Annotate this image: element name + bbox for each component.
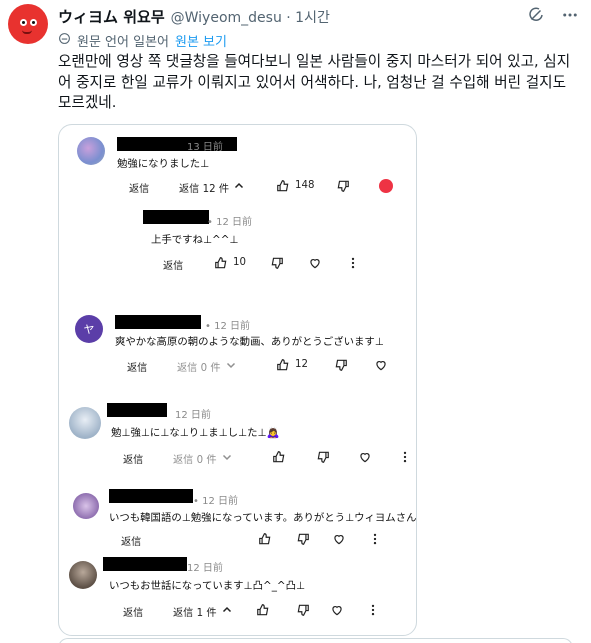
replies-count-label: 返信 0 件 [173, 455, 217, 466]
handle-time[interactable]: @Wiyeom_desu · 1시간 [171, 7, 330, 27]
show-original-link[interactable]: 원본 보기 [175, 31, 227, 50]
tweet: ウィヨム 위요무 @Wiyeom_desu · 1시간 원문 언어 일본어 원본… [0, 0, 591, 643]
comment-text: 上手ですね⊥^^⊥ [151, 234, 239, 246]
reply-button[interactable]: 返信 [129, 180, 149, 195]
thumbs-up-icon[interactable] [275, 357, 291, 373]
more-options-icon[interactable] [561, 6, 579, 24]
chevron-down-icon [225, 359, 237, 374]
thumbs-up-icon[interactable] [275, 178, 291, 194]
more-vertical-icon[interactable] [397, 449, 413, 465]
translation-row: 원문 언어 일본어 원본 보기 [58, 31, 227, 50]
comment-text: いつもお世話になっています⊥凸^_^凸⊥ [109, 580, 306, 592]
heart-icon[interactable] [329, 602, 345, 618]
comment-avatar [73, 493, 99, 519]
tweet-header: ウィヨム 위요무 @Wiyeom_desu · 1시간 [58, 6, 330, 27]
heart-icon[interactable] [373, 357, 389, 373]
replies-count-label: 返信 1 件 [173, 608, 217, 619]
heart-icon[interactable] [331, 531, 347, 547]
comment-text: 勉⊥強⊥に⊥な⊥り⊥ま⊥し⊥た⊥🙇‍♀️ [111, 427, 280, 439]
grok-icon[interactable] [527, 6, 545, 24]
thumbs-down-icon[interactable] [295, 602, 311, 618]
chevron-down-icon [221, 451, 233, 466]
like-count: 10 [233, 257, 246, 268]
reply-button[interactable]: 返信 [123, 451, 143, 466]
thumbs-up-icon[interactable] [255, 602, 271, 618]
avatar-mouth [22, 30, 32, 34]
attached-image[interactable]: 13 日前 勉強になりました⊥ 返信 返信 12 件 148 • 12 日前 上… [58, 124, 417, 636]
thumbs-down-icon[interactable] [335, 178, 351, 194]
comment-time: • 12 日前 [193, 496, 238, 507]
comment-avatar [77, 137, 105, 165]
next-post-card [58, 638, 573, 643]
comment-time: • 12 日前 [207, 217, 252, 228]
comment-text: 爽やかな高原の朝のような動画、ありがとうございます⊥ [115, 336, 384, 348]
comment-avatar: ヤ [75, 315, 103, 343]
comment-time: • 12 日前 [205, 321, 250, 332]
avatar-eye [20, 19, 27, 26]
like-count: 12 [295, 359, 308, 370]
redacted-username [143, 210, 209, 224]
reply-button[interactable]: 返信 [127, 359, 147, 374]
redacted-username [115, 315, 201, 329]
thumbs-down-icon[interactable] [315, 449, 331, 465]
replies-count-label: 返信 12 件 [179, 184, 230, 195]
comment-avatar [69, 407, 101, 439]
thumbs-up-icon[interactable] [271, 449, 287, 465]
replies-count-label: 返信 0 件 [177, 363, 221, 374]
view-replies-button[interactable]: 返信 0 件 [177, 359, 237, 374]
heart-icon[interactable] [307, 255, 323, 271]
reply-button[interactable]: 返信 [123, 604, 143, 619]
comment-avatar [69, 561, 97, 589]
thumbs-down-icon[interactable] [295, 531, 311, 547]
reply-button[interactable]: 返信 [121, 533, 141, 548]
comment-time: 13 日前 [187, 142, 223, 153]
comment-time: 12 日前 [175, 410, 211, 421]
avatar-letter: ヤ [83, 323, 95, 336]
more-vertical-icon[interactable] [367, 531, 383, 547]
translation-label: 원문 언어 일본어 [77, 35, 169, 50]
more-vertical-icon[interactable] [365, 602, 381, 618]
thumbs-down-icon[interactable] [333, 357, 349, 373]
creator-heart-icon [379, 179, 393, 193]
view-replies-button[interactable]: 返信 1 件 [173, 604, 233, 619]
chevron-up-icon [221, 604, 233, 619]
chevron-up-icon [233, 180, 245, 195]
redacted-username [107, 403, 167, 417]
comment-time: 12 日前 [187, 563, 223, 574]
display-name[interactable]: ウィヨム 위요무 [58, 6, 165, 27]
redacted-username [103, 557, 187, 571]
thumbs-down-icon[interactable] [269, 255, 285, 271]
tweet-actions-top [527, 6, 579, 24]
tweet-text: 오랜만에 영상 쪽 댓글창을 들여다보니 일본 사람들이 중지 마스터가 되어 … [58, 53, 571, 111]
redacted-username [109, 489, 193, 503]
more-vertical-icon[interactable] [345, 255, 361, 271]
heart-icon[interactable] [357, 449, 373, 465]
comment-text: 勉強になりました⊥ [117, 158, 210, 170]
like-count: 148 [295, 180, 315, 191]
thumbs-up-icon[interactable] [213, 255, 229, 271]
comment-text: いつも韓国語の⊥勉強になっています。ありがとう⊥ウィヨムさん。 [109, 512, 417, 524]
view-replies-button[interactable]: 返信 12 件 [179, 180, 245, 195]
reply-button[interactable]: 返信 [163, 257, 183, 272]
view-replies-button[interactable]: 返信 0 件 [173, 451, 233, 466]
author-avatar[interactable] [8, 4, 48, 44]
thumbs-up-icon[interactable] [257, 531, 273, 547]
avatar-eye [30, 19, 37, 26]
translate-icon [58, 32, 71, 49]
